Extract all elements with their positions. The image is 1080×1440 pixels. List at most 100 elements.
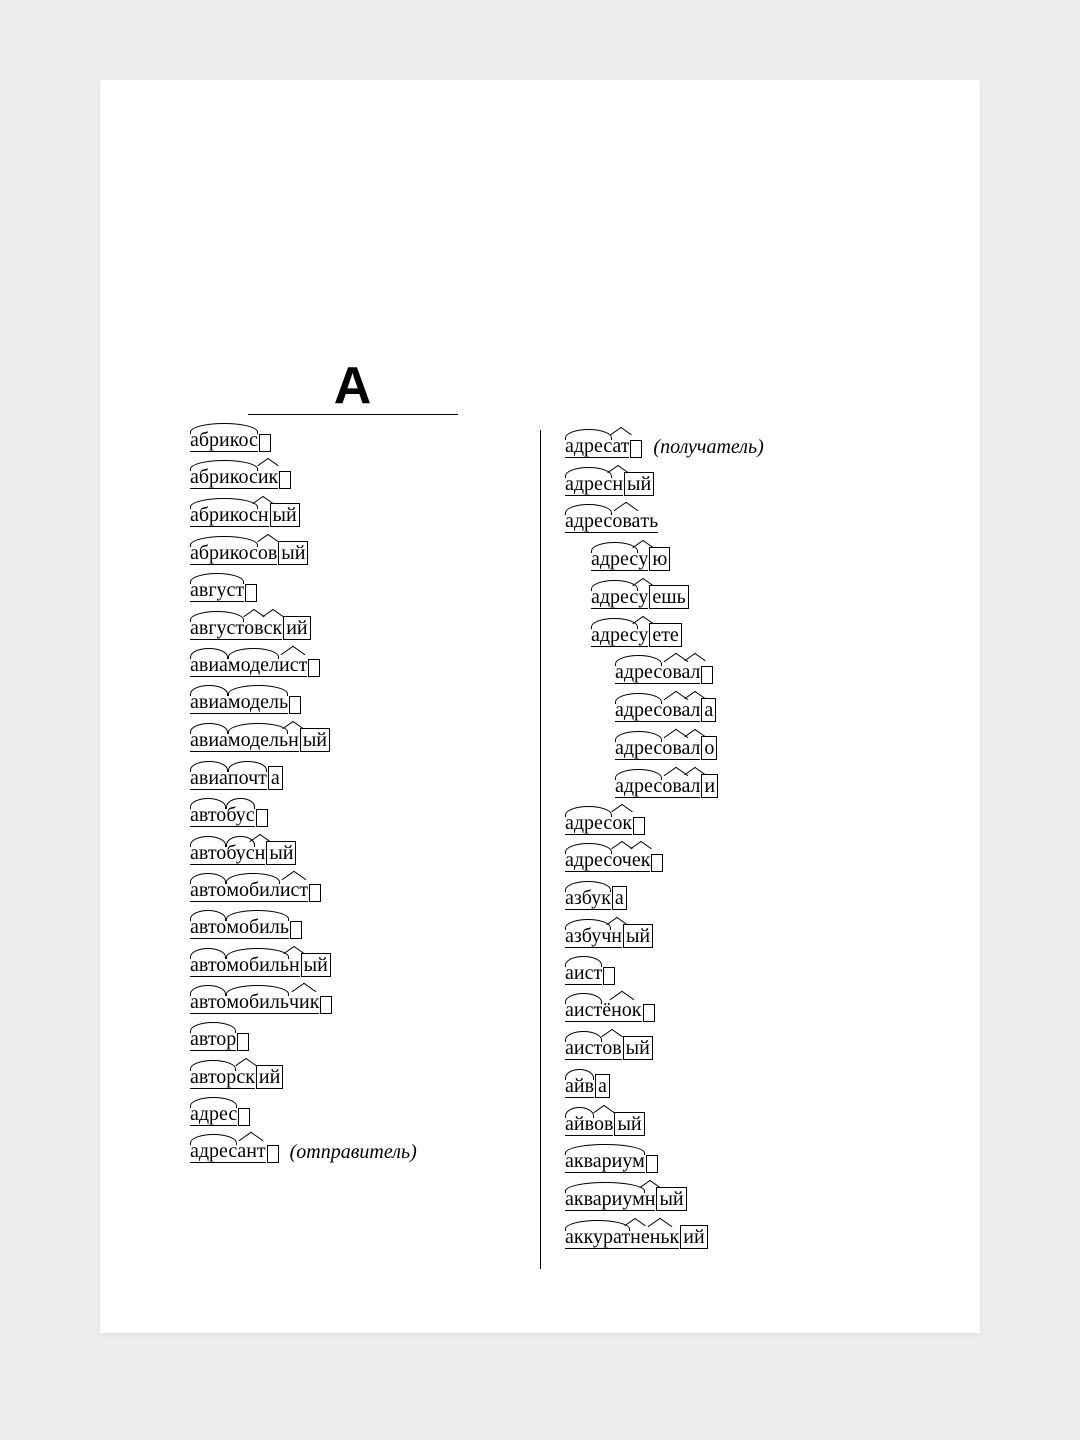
root-morpheme: авто	[190, 991, 226, 1014]
root-morpheme: август	[190, 617, 244, 640]
root-morpheme: адрес	[615, 699, 662, 722]
ending-morpheme: ете	[649, 623, 682, 647]
suffix-morpheme: н	[288, 729, 299, 752]
gloss: (отправитель)	[285, 1141, 417, 1163]
word-entry: адресуете	[591, 623, 890, 647]
zero-ending	[267, 1145, 279, 1163]
root-morpheme: адрес	[565, 473, 612, 496]
zero-ending	[643, 1004, 655, 1022]
ending-morpheme: ый	[623, 1036, 653, 1060]
ending-morpheme: ю	[649, 547, 670, 571]
root-morpheme: адрес	[565, 510, 612, 533]
morpheme: ть	[640, 510, 658, 533]
suffix-morpheme: ова	[662, 699, 690, 722]
suffix-morpheme: ик	[258, 466, 278, 489]
root-morpheme: аист	[565, 962, 602, 985]
root-morpheme: авиа	[190, 654, 228, 677]
word-entry: абрикос	[190, 429, 515, 452]
ending-morpheme: ый	[624, 472, 654, 496]
root-morpheme: азбуч	[565, 925, 611, 948]
word-entry: абрикосный	[190, 503, 515, 527]
zero-ending	[320, 996, 332, 1014]
root-morpheme: мобил	[226, 879, 280, 902]
word-entry: адресовали	[615, 774, 890, 798]
ending-morpheme: о	[701, 736, 717, 760]
word-entry: абрикосовый	[190, 541, 515, 565]
root-morpheme: бус	[226, 804, 254, 827]
suffix-morpheme: л	[690, 661, 700, 684]
root-morpheme: адрес	[591, 586, 638, 609]
word-entry: аистовый	[565, 1036, 890, 1060]
root-morpheme: адрес	[615, 661, 662, 684]
root-morpheme: абрикос	[190, 542, 258, 565]
zero-ending	[646, 1155, 658, 1173]
word-entry: авиамодель	[190, 691, 515, 714]
suffix-morpheme: ат	[612, 435, 629, 458]
word-entry: авторский	[190, 1065, 515, 1089]
root-morpheme: август	[190, 579, 244, 602]
root-morpheme: адрес	[591, 548, 638, 571]
column-divider	[540, 430, 541, 1269]
suffix-morpheme: у	[638, 586, 648, 609]
root-morpheme: мобиль	[226, 991, 289, 1014]
word-entry: авиамодельный	[190, 728, 515, 752]
word-entry: адресант (отправитель)	[190, 1140, 515, 1163]
word-entry: адресат (получатель)	[565, 435, 890, 458]
root-morpheme: модель	[228, 729, 288, 752]
root-morpheme: аквариум	[565, 1150, 645, 1173]
zero-ending	[289, 696, 301, 714]
word-entry: адресовать	[565, 510, 890, 533]
word-entry: аистёнок	[565, 999, 890, 1022]
word-entry: автомобильный	[190, 953, 515, 977]
suffix-morpheme: ек	[632, 849, 651, 872]
suffix-morpheme: ов	[244, 617, 263, 640]
root-morpheme: модель	[228, 691, 288, 714]
left-column: А абрикосабрикосикабрикосныйабрикосовыйа…	[190, 430, 515, 1263]
word-entry: аквариум	[565, 1150, 890, 1173]
suffix-morpheme: ов	[258, 542, 277, 565]
root-morpheme: мобиль	[226, 916, 289, 939]
suffix-morpheme: н	[258, 504, 269, 527]
root-morpheme: абрикос	[190, 504, 258, 527]
suffix-morpheme: н	[630, 1226, 641, 1249]
root-morpheme: адрес	[615, 775, 662, 798]
ending-morpheme: ый	[301, 953, 331, 977]
ending-morpheme: ешь	[649, 585, 688, 609]
dictionary-page: А абрикосабрикосикабрикосныйабрикосовыйа…	[100, 80, 980, 1333]
root-morpheme: айв	[565, 1113, 594, 1136]
root-morpheme: почт	[228, 767, 267, 790]
word-entry: аккуратненький	[565, 1225, 890, 1249]
word-entry: адресую	[591, 547, 890, 571]
zero-ending	[651, 854, 663, 872]
suffix-morpheme: н	[255, 842, 266, 865]
word-entry: адрес	[190, 1103, 515, 1126]
zero-ending	[633, 817, 645, 835]
gloss: (получатель)	[648, 436, 763, 458]
root-morpheme: аист	[565, 1037, 602, 1060]
suffix-morpheme: ск	[264, 617, 283, 640]
suffix-morpheme: у	[638, 624, 648, 647]
word-entry: азбука	[565, 886, 890, 910]
ending-morpheme: ый	[623, 924, 653, 948]
root-morpheme: авто	[190, 916, 226, 939]
root-morpheme: авиа	[190, 729, 228, 752]
zero-ending	[259, 434, 271, 452]
root-morpheme: авто	[190, 842, 226, 865]
suffix-morpheme: ок	[612, 812, 632, 835]
word-entry: автобус	[190, 804, 515, 827]
suffix-morpheme: у	[638, 548, 648, 571]
word-entry: адресовал	[615, 661, 890, 684]
root-morpheme: азбук	[565, 887, 611, 910]
root-morpheme: адрес	[565, 435, 612, 458]
root-morpheme: адрес	[615, 737, 662, 760]
suffix-morpheme: ова	[662, 737, 690, 760]
ending-morpheme: а	[595, 1074, 610, 1098]
word-entry: август	[190, 579, 515, 602]
word-entry: абрикосик	[190, 466, 515, 489]
root-morpheme: авиа	[190, 767, 228, 790]
suffix-morpheme: л	[690, 775, 700, 798]
word-entry: автомобиль	[190, 916, 515, 939]
zero-ending	[630, 440, 642, 458]
ending-morpheme: ий	[256, 1065, 283, 1089]
ending-morpheme: ий	[283, 616, 310, 640]
